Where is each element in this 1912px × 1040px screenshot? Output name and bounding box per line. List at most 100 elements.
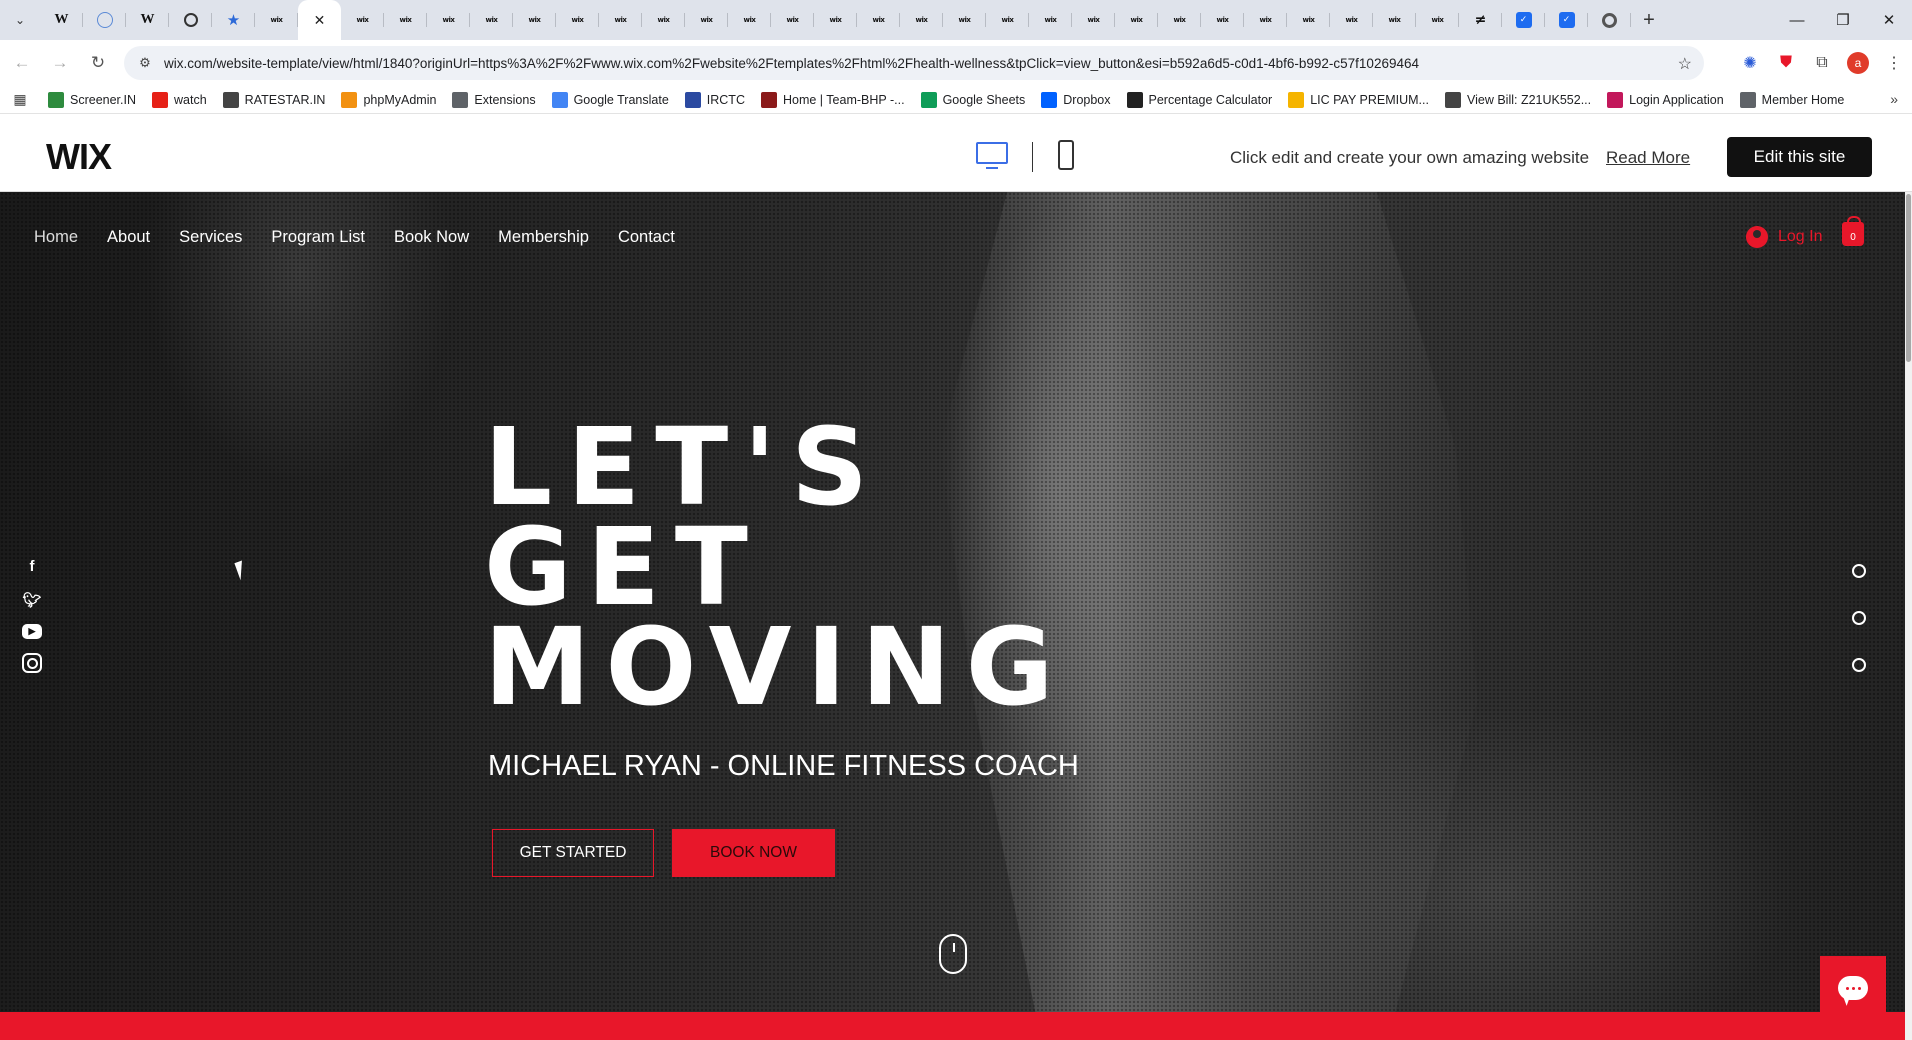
tab-wix[interactable]: wix <box>1244 0 1287 40</box>
tab-globe[interactable] <box>83 0 126 40</box>
tab-wix[interactable]: wix <box>1330 0 1373 40</box>
tab-wix[interactable]: wix <box>513 0 556 40</box>
instagram-icon[interactable] <box>22 653 42 673</box>
tab-chrome[interactable] <box>1588 0 1631 40</box>
bookmark-item[interactable]: Home | Team-BHP -... <box>753 86 913 114</box>
cart-icon[interactable]: 0 <box>1842 216 1864 246</box>
tab-wix[interactable]: wix <box>900 0 943 40</box>
tab-wix[interactable]: wix <box>1287 0 1330 40</box>
tab-wix[interactable]: wix <box>685 0 728 40</box>
restore-icon[interactable]: ❐ <box>1820 0 1866 40</box>
url-text[interactable]: wix.com/website-template/view/html/1840?… <box>164 56 1419 71</box>
chat-button[interactable] <box>1820 956 1886 1020</box>
bookmark-item[interactable]: IRCTC <box>677 86 753 114</box>
tab-bookmark-star[interactable]: ★ <box>212 0 255 40</box>
scroll-down-mouse-icon[interactable] <box>939 934 967 974</box>
desktop-view-icon[interactable] <box>976 142 1008 169</box>
tab-wix[interactable]: wix <box>599 0 642 40</box>
tab-wikipedia-2[interactable]: W <box>126 0 169 40</box>
bookmark-star-icon[interactable]: ☆ <box>1678 54 1692 74</box>
edit-this-site-button[interactable]: Edit this site <box>1727 137 1872 177</box>
tab-wix[interactable]: wix <box>771 0 814 40</box>
profile-avatar[interactable]: a <box>1840 45 1876 81</box>
read-more-link[interactable]: Read More <box>1606 148 1690 168</box>
bookmark-item[interactable]: watch <box>144 86 215 114</box>
address-bar[interactable]: ⚙ wix.com/website-template/view/html/184… <box>124 46 1704 80</box>
nav-services[interactable]: Services <box>179 228 242 247</box>
apps-grid-icon[interactable]: ▦ <box>0 91 40 108</box>
tab-search-chevron-icon[interactable]: ⌄ <box>0 0 40 40</box>
bookmark-item[interactable]: Google Translate <box>544 86 677 114</box>
tab-wix[interactable]: wix <box>986 0 1029 40</box>
tab-wix[interactable]: wix <box>857 0 900 40</box>
nav-membership[interactable]: Membership <box>498 228 589 247</box>
chevron-double-right-icon[interactable]: » <box>1890 91 1898 107</box>
bookmark-item[interactable]: LIC PAY PREMIUM... <box>1280 86 1437 114</box>
wix-logo[interactable]: WIX <box>46 136 112 178</box>
tab-wix[interactable]: wix <box>1029 0 1072 40</box>
tab-wix[interactable]: wix <box>642 0 685 40</box>
tab-wikipedia[interactable]: W <box>40 0 83 40</box>
tab-wix[interactable]: wix <box>728 0 771 40</box>
site-info-icon[interactable]: ⚙ <box>132 55 158 71</box>
nav-book-now[interactable]: Book Now <box>394 228 469 247</box>
wix-icon: wix <box>442 16 455 24</box>
section-dot[interactable] <box>1852 611 1866 625</box>
tab-wix[interactable]: wix <box>384 0 427 40</box>
facebook-icon[interactable]: f <box>22 556 42 576</box>
twitter-icon[interactable]: 🐦︎ <box>22 590 42 610</box>
tab-wix[interactable]: wix <box>814 0 857 40</box>
bookmark-item[interactable]: phpMyAdmin <box>333 86 444 114</box>
tab-wix[interactable]: wix <box>341 0 384 40</box>
tab-wix[interactable]: wix <box>427 0 470 40</box>
bookmark-item[interactable]: Login Application <box>1599 86 1732 114</box>
tab-wix[interactable]: wix <box>556 0 599 40</box>
new-tab-plus-icon[interactable]: + <box>1631 0 1667 40</box>
tab-blue-app-2[interactable]: ✓ <box>1545 0 1588 40</box>
book-now-button[interactable]: BOOK NOW <box>672 829 835 877</box>
extension-globe-icon[interactable]: ✺ <box>1732 45 1768 81</box>
tab-wix[interactable]: wix <box>1072 0 1115 40</box>
minimize-icon[interactable]: — <box>1774 0 1820 40</box>
nav-home[interactable]: Home <box>34 228 78 247</box>
nav-contact[interactable]: Contact <box>618 228 675 247</box>
bookmark-item[interactable]: Dropbox <box>1033 86 1118 114</box>
youtube-icon[interactable]: ▶ <box>22 624 42 639</box>
tab-wix[interactable]: wix <box>1373 0 1416 40</box>
tab-blue-app[interactable]: ✓ <box>1502 0 1545 40</box>
login-button[interactable]: Log In <box>1746 226 1822 248</box>
bookmark-item[interactable]: Member Home <box>1732 86 1853 114</box>
tab-openai[interactable] <box>169 0 212 40</box>
bookmark-item[interactable]: Extensions <box>444 86 543 114</box>
mobile-view-icon[interactable] <box>1058 140 1074 170</box>
bookmark-item[interactable]: Screener.IN <box>40 86 144 114</box>
tab-wix[interactable]: wix <box>255 0 298 40</box>
shield-icon[interactable]: ⛊ <box>1768 45 1804 81</box>
get-started-button[interactable]: GET STARTED <box>492 829 654 877</box>
tab-wix[interactable]: wix <box>943 0 986 40</box>
bookmark-item[interactable]: Google Sheets <box>913 86 1034 114</box>
close-window-icon[interactable]: ✕ <box>1866 0 1912 40</box>
tab-framer[interactable]: ≠ <box>1459 0 1502 40</box>
section-dot[interactable] <box>1852 564 1866 578</box>
page-scrollbar[interactable] <box>1905 192 1912 1040</box>
section-dot[interactable] <box>1852 658 1866 672</box>
bookmark-item[interactable]: View Bill: Z21UK552... <box>1437 86 1599 114</box>
tab-wix[interactable]: wix <box>1158 0 1201 40</box>
tab-active[interactable]: ✕ <box>298 0 341 40</box>
tab-wix[interactable]: wix <box>1201 0 1244 40</box>
bookmark-item[interactable]: RATESTAR.IN <box>215 86 334 114</box>
forward-arrow-icon[interactable]: → <box>44 47 76 79</box>
bookmark-label: Percentage Calculator <box>1148 92 1273 107</box>
nav-about[interactable]: About <box>107 228 150 247</box>
back-arrow-icon[interactable]: ← <box>6 47 38 79</box>
bookmark-item[interactable]: Percentage Calculator <box>1119 86 1281 114</box>
puzzle-icon[interactable]: ⧉ <box>1804 45 1840 81</box>
reload-icon[interactable]: ↻ <box>82 47 114 79</box>
close-icon[interactable]: ✕ <box>314 12 326 29</box>
tab-wix[interactable]: wix <box>1416 0 1459 40</box>
tab-wix[interactable]: wix <box>470 0 513 40</box>
tab-wix[interactable]: wix <box>1115 0 1158 40</box>
kebab-menu-icon[interactable]: ⋮ <box>1876 45 1912 81</box>
nav-program-list[interactable]: Program List <box>271 228 365 247</box>
